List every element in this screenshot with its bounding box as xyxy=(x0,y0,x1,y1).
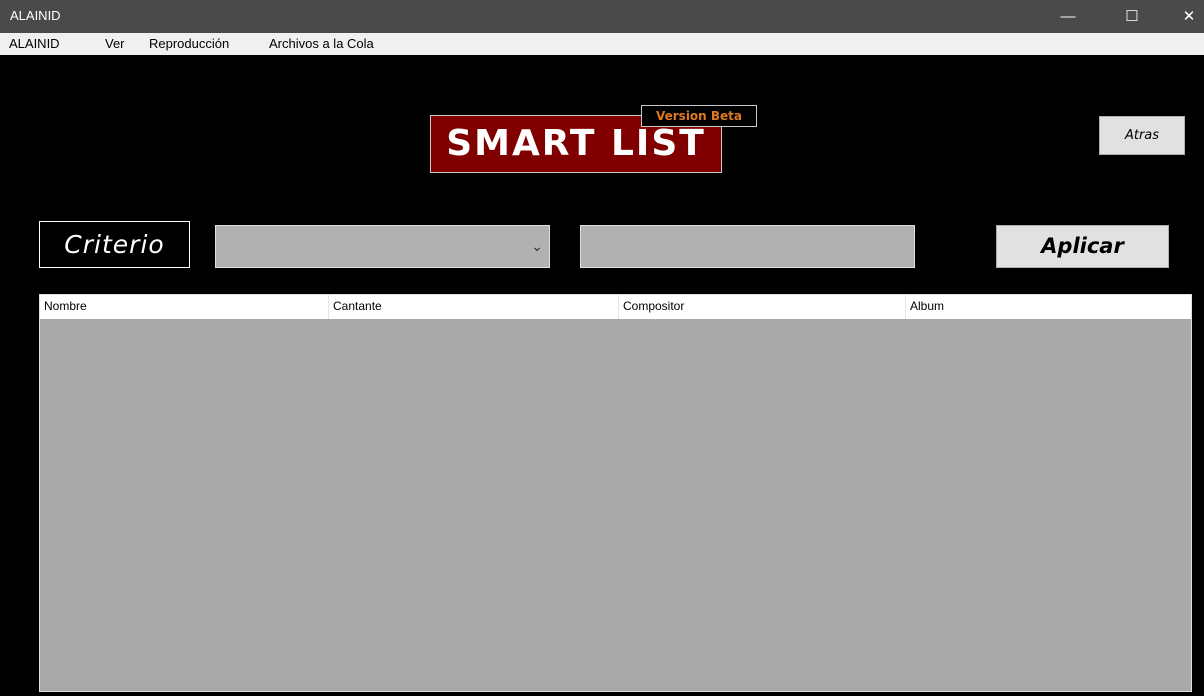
criterio-select[interactable]: ⌄ xyxy=(215,225,550,268)
back-button[interactable]: Atras xyxy=(1099,116,1185,155)
column-header-album[interactable]: Album xyxy=(906,295,1191,319)
minimize-icon[interactable]: — xyxy=(1045,0,1091,33)
apply-button[interactable]: Aplicar xyxy=(996,225,1169,268)
criterio-label: Criterio xyxy=(39,221,190,268)
menu-ver[interactable]: Ver xyxy=(105,36,125,51)
column-header-cantante[interactable]: Cantante xyxy=(329,295,619,319)
menu-archivos-cola[interactable]: Archivos a la Cola xyxy=(269,36,374,51)
chevron-down-icon[interactable]: ⌄ xyxy=(531,238,543,255)
version-badge: Version Beta xyxy=(641,105,757,127)
maximize-icon[interactable]: ☐ xyxy=(1109,0,1155,33)
column-header-compositor[interactable]: Compositor xyxy=(619,295,906,319)
search-input[interactable] xyxy=(580,225,915,268)
menu-alainid[interactable]: ALAINID xyxy=(9,36,60,51)
menu-reproduccion[interactable]: Reproducción xyxy=(149,36,229,51)
title-bar: ALAINID — ☐ ✕ xyxy=(0,0,1204,33)
window-title: ALAINID xyxy=(10,8,61,23)
menu-bar: ALAINID Ver Reproducción Archivos a la C… xyxy=(0,33,1204,55)
results-list[interactable]: Nombre Cantante Compositor Album xyxy=(39,294,1192,692)
list-header: Nombre Cantante Compositor Album xyxy=(40,295,1191,319)
close-icon[interactable]: ✕ xyxy=(1166,0,1204,33)
column-header-nombre[interactable]: Nombre xyxy=(40,295,329,319)
